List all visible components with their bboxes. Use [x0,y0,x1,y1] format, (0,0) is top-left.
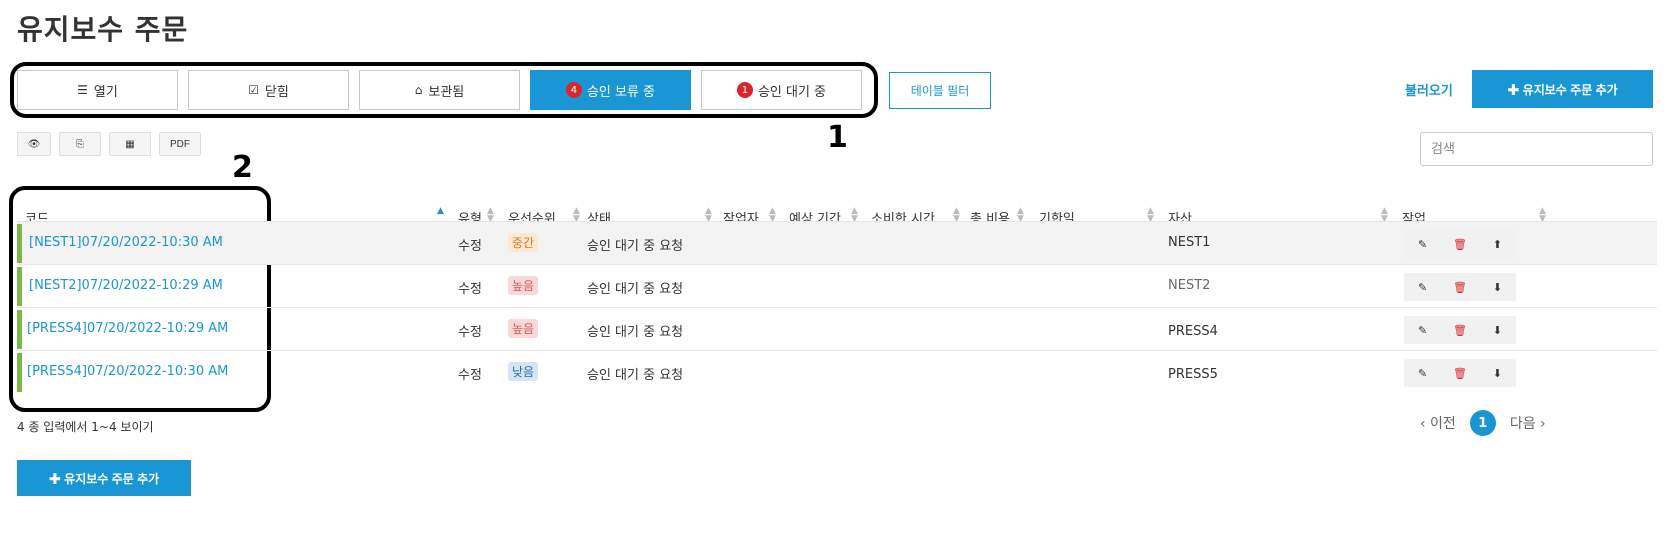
table-filter-button[interactable]: 테이블 필터 [889,72,991,109]
download-icon[interactable]: ⬇ [1482,324,1512,337]
row-actions: ✎ 🗑 ⬆ [1404,230,1516,258]
order-asset: PRESS4 [1168,324,1218,339]
count-badge: 4 [565,82,582,98]
edit-icon[interactable]: ✎ [1408,367,1438,380]
delete-icon[interactable]: 🗑 [1445,324,1475,337]
priority-badge: 낮음 [508,362,539,381]
copy-icon[interactable]: ⎘ [59,132,101,156]
edit-icon[interactable]: ✎ [1408,238,1438,251]
add-maintenance-order-button-bottom[interactable]: ✚ 유지보수 주문 추가 [17,460,191,496]
order-type: 수정 [458,325,482,340]
pdf-button[interactable]: PDF [159,132,201,156]
tab-label: 승인 대기 중 [757,84,827,100]
status-tabs: ☰ 열기 ☑ 닫힘 ⌂ 보관됨 4 승인 보류 중 1 승인 대기 중 [17,70,862,110]
checkbox-icon: ☑ [248,83,259,97]
tab-label: 닫힘 [264,84,289,100]
tab-awaiting-approval[interactable]: 1 승인 대기 중 [701,70,862,110]
row-actions: ✎ 🗑 ⬇ [1404,273,1516,301]
priority-badge: 높음 [508,276,539,295]
export-toolbar: 👁 ⎘ ▦ PDF [17,132,201,156]
eye-icon[interactable]: 👁 [17,132,51,156]
row-actions: ✎ 🗑 ⬇ [1404,316,1516,344]
priority-badge: 중간 [508,233,539,252]
table-row: [NEST2]07/20/2022-10:29 AM 수정 높음 승인 대기 중… [17,264,1657,307]
list-icon: ☰ [77,83,88,97]
table-row: [PRESS4]07/20/2022-10:30 AM 수정 낮음 승인 대기 … [17,350,1657,393]
order-asset: NEST2 [1168,278,1211,293]
tab-open[interactable]: ☰ 열기 [17,70,178,110]
row-marker [17,353,22,392]
tab-archived[interactable]: ⌂ 보관됨 [359,70,520,110]
order-asset: PRESS5 [1168,367,1218,382]
callout-number-2: 2 [232,150,253,185]
order-code-link[interactable]: [PRESS4]07/20/2022-10:30 AM [27,364,228,379]
edit-icon[interactable]: ✎ [1408,324,1438,337]
order-status: 승인 대기 중 요청 [587,282,684,297]
current-page[interactable]: 1 [1469,410,1496,436]
callout-number-1: 1 [827,120,848,155]
download-icon[interactable]: ⬇ [1482,281,1512,294]
order-status: 승인 대기 중 요청 [587,239,684,254]
tab-closed[interactable]: ☑ 닫힘 [188,70,349,110]
order-code-link[interactable]: [NEST2]07/20/2022-10:29 AM [29,278,223,293]
add-maintenance-order-button[interactable]: ✚ 유지보수 주문 추가 [1472,70,1653,108]
row-marker [17,224,22,263]
order-status: 승인 대기 중 요청 [587,368,684,383]
tab-label: 열기 [93,84,118,100]
order-status: 승인 대기 중 요청 [587,325,684,340]
tab-label: 승인 보류 중 [586,84,656,100]
tab-label: 보관됨 [428,84,465,100]
count-badge: 1 [736,82,753,98]
order-asset: NEST1 [1168,235,1211,250]
row-marker [17,267,22,306]
table-row: [NEST1]07/20/2022-10:30 AM 수정 중간 승인 대기 중… [17,221,1657,264]
sort-asc-icon[interactable]: ▲ [437,207,444,216]
table-row: [PRESS4]07/20/2022-10:29 AM 수정 높음 승인 대기 … [17,307,1657,350]
table-summary: 4 종 입력에서 1~4 보이기 [17,420,154,434]
search-input[interactable] [1420,132,1653,166]
tab-approval-pending[interactable]: 4 승인 보류 중 [530,70,691,110]
delete-icon[interactable]: 🗑 [1445,367,1475,380]
download-icon[interactable]: ⬇ [1482,367,1512,380]
delete-icon[interactable]: 🗑 [1445,281,1475,294]
inbox-icon: ⌂ [414,83,423,97]
delete-icon[interactable]: 🗑 [1445,238,1475,251]
excel-icon[interactable]: ▦ [109,132,151,156]
upload-icon[interactable]: ⬆ [1482,238,1512,251]
priority-badge: 높음 [508,319,539,338]
prev-page-link[interactable]: ‹ 이전 [1420,413,1456,433]
order-code-link[interactable]: [PRESS4]07/20/2022-10:29 AM [27,321,228,336]
next-page-link[interactable]: 다음 › [1510,413,1546,433]
order-code-link[interactable]: [NEST1]07/20/2022-10:30 AM [29,235,223,250]
order-type: 수정 [458,282,482,297]
row-marker [17,310,22,349]
load-link[interactable]: 불러오기 [1405,80,1453,99]
pagination: ‹ 이전 1 다음 › [1420,410,1546,436]
page-title: 유지보수 주문 [17,13,189,46]
edit-icon[interactable]: ✎ [1408,281,1438,294]
row-actions: ✎ 🗑 ⬇ [1404,359,1516,387]
order-type: 수정 [458,239,482,254]
order-type: 수정 [458,368,482,383]
